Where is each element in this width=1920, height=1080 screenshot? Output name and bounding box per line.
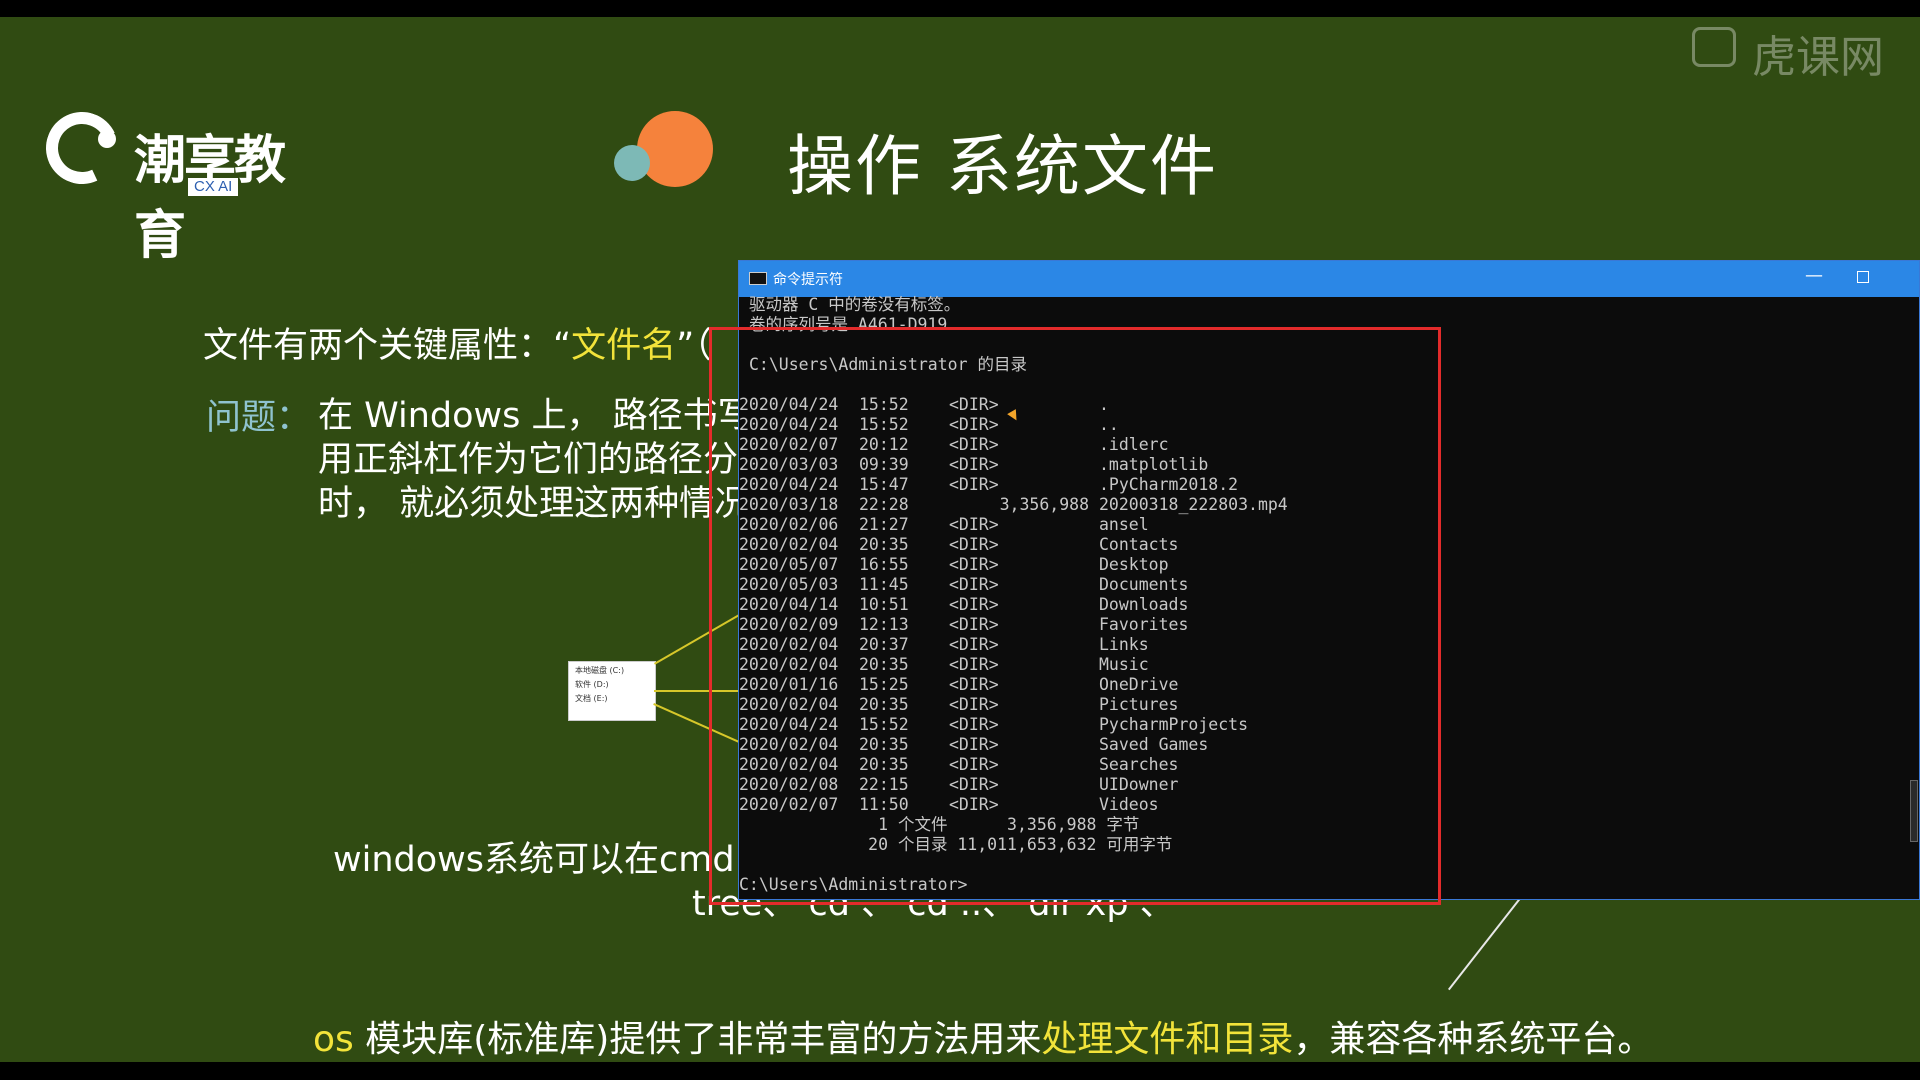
logo-dot-icon [98,130,116,148]
watermark-play-icon [1692,27,1736,67]
logo-c-icon [35,101,129,195]
os-label: os [313,1019,366,1060]
annotation-red-box [709,327,1441,905]
bottom-summary: os 模块库(标准库)提供了非常丰富的方法用来处理文件和目录，兼容各种系统平台。 [313,1010,1653,1062]
attributes-prefix: 文件有两个关键属性：“ [203,326,572,366]
scrollbar[interactable] [1910,780,1918,842]
teal-circle-decoration [614,145,650,181]
console-header-line: 驱动器 C 中的卷没有标签。 [749,295,961,314]
cmd-titlebar[interactable]: 命令提示符 — [739,261,1919,297]
maximize-button[interactable] [1857,271,1869,283]
orange-circle-decoration [637,111,713,187]
bottom-highlight: 处理文件和目录 [1041,1019,1294,1060]
cmd-window-title: 命令提示符 [773,272,843,288]
drive-d-label: 软件 (D:) [575,680,609,689]
slide-title: 操作 系统文件 [787,128,1218,205]
question-line-3: 时， 就必须处理这两种情况 [318,484,750,524]
bottom-text-2: ，兼容各种系统平台。 [1293,1019,1654,1060]
drive-e-label: 文档 (E:) [575,694,608,703]
minimize-button[interactable]: — [1805,265,1823,286]
question-label: 问题： [206,398,312,438]
attributes-suffix: ”（ [676,326,712,366]
logo-subtitle: CX AI [188,178,239,196]
bottom-text-1: 模块库(标准库)提供了非常丰富的方法用来 [365,1019,1042,1060]
pointer-line [1448,886,1530,991]
bottom-letterbox [0,1062,1920,1080]
drive-c-label: 本地磁盘 (C:) [575,666,625,675]
explorer-drives-thumbnail: 本地磁盘 (C:) 软件 (D:) 文档 (E:) [568,661,656,721]
logo: 潮享教育 CX AI [35,101,296,266]
cmd-app-icon [749,272,767,285]
attributes-highlight: 文件名 [571,326,677,366]
attributes-line: 文件有两个关键属性：“文件名”（ [203,317,712,368]
